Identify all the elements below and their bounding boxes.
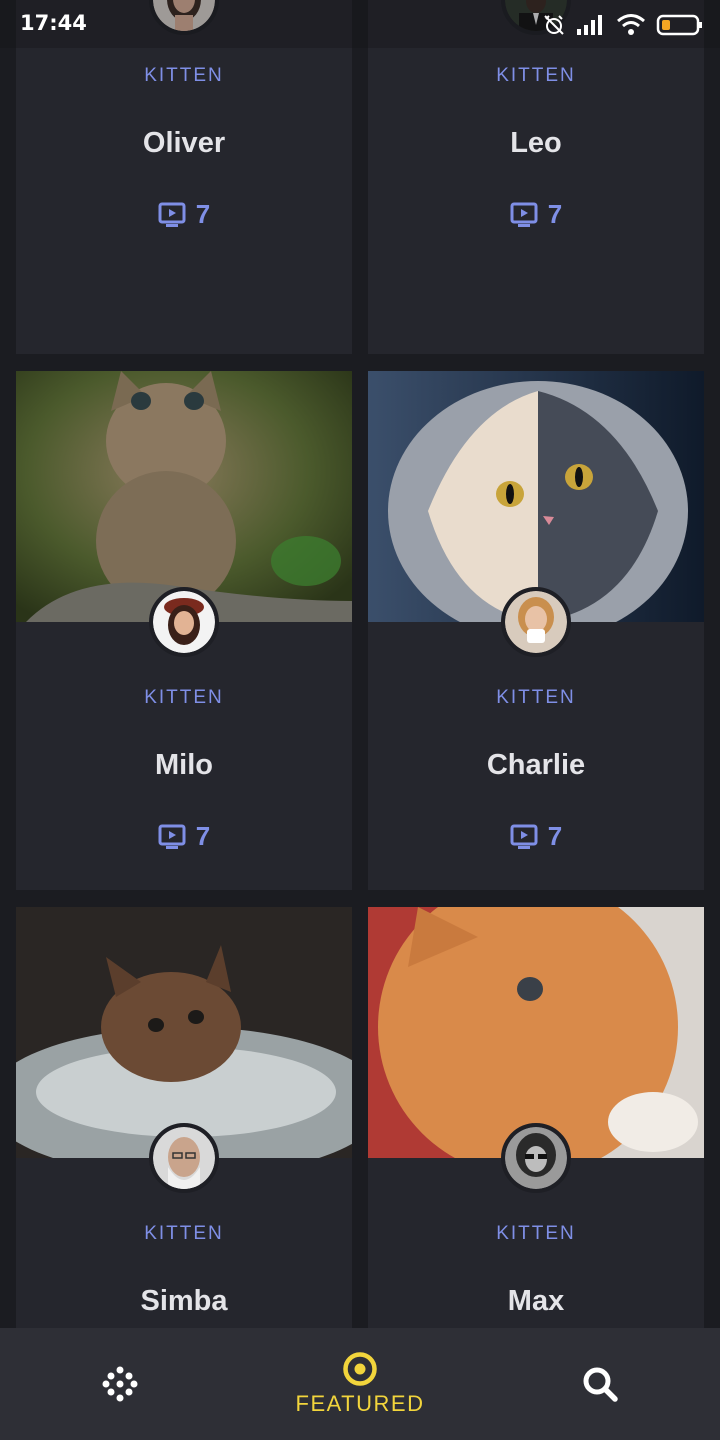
bottom-nav: FEATURED — [0, 1328, 720, 1440]
card-category: KITTEN — [144, 1223, 224, 1244]
kitten-card[interactable]: KITTEN Oliver 7 — [16, 0, 352, 354]
status-time: 17:44 — [20, 11, 87, 35]
video-count-value: 7 — [195, 821, 211, 851]
video-count: 7 — [368, 199, 704, 230]
card-title: Oliver — [142, 127, 226, 159]
card-category: KITTEN — [496, 1223, 576, 1244]
kitten-card[interactable]: KITTEN Simba 7 — [16, 907, 352, 1328]
owner-avatar[interactable] — [501, 1123, 571, 1193]
nav-featured[interactable]: FEATURED — [280, 1328, 440, 1440]
alarm-off-icon — [544, 15, 564, 35]
card-title: Max — [507, 1285, 565, 1317]
video-count-value: 7 — [547, 821, 563, 851]
kitten-grid: KITTEN Oliver 7 KITTEN Leo 7 KITTEN Milo… — [0, 0, 720, 1328]
wifi-icon — [617, 14, 645, 35]
battery-icon — [656, 14, 702, 36]
nav-featured-label: FEATURED — [295, 1391, 425, 1416]
card-category: KITTEN — [496, 65, 576, 86]
kitten-photo — [16, 907, 352, 1158]
card-title: Simba — [140, 1285, 228, 1317]
card-title: Leo — [510, 127, 562, 159]
video-count: 7 — [368, 821, 704, 852]
video-icon — [158, 824, 186, 849]
kitten-photo — [368, 907, 704, 1158]
video-icon — [158, 202, 186, 227]
nav-search[interactable] — [560, 1328, 640, 1440]
kitten-card[interactable]: KITTEN Max 7 — [368, 907, 704, 1328]
kitten-card[interactable]: KITTEN Milo 7 — [16, 371, 352, 890]
card-category: KITTEN — [496, 687, 576, 708]
nav-browse[interactable] — [80, 1328, 160, 1440]
owner-avatar[interactable] — [501, 587, 571, 657]
video-count-value: 7 — [195, 199, 211, 229]
signal-icon — [577, 15, 602, 35]
kitten-card[interactable]: KITTEN Leo 7 — [368, 0, 704, 354]
card-title: Charlie — [486, 749, 586, 781]
owner-avatar[interactable] — [149, 587, 219, 657]
target-icon — [343, 1352, 377, 1386]
status-bar: 17:44 — [0, 0, 720, 48]
card-category: KITTEN — [144, 687, 224, 708]
card-category: KITTEN — [144, 65, 224, 86]
card-title: Milo — [155, 749, 213, 781]
dots-grid-icon — [102, 1366, 138, 1402]
video-icon — [510, 824, 538, 849]
video-count: 7 — [16, 199, 352, 230]
video-icon — [510, 202, 538, 227]
video-count-value: 7 — [547, 199, 563, 229]
search-icon — [583, 1367, 618, 1402]
kitten-photo — [16, 371, 352, 622]
status-icons — [542, 12, 704, 38]
kitten-card[interactable]: KITTEN Charlie 7 — [368, 371, 704, 890]
kitten-photo — [368, 371, 704, 622]
owner-avatar[interactable] — [149, 1123, 219, 1193]
video-count: 7 — [16, 821, 352, 852]
